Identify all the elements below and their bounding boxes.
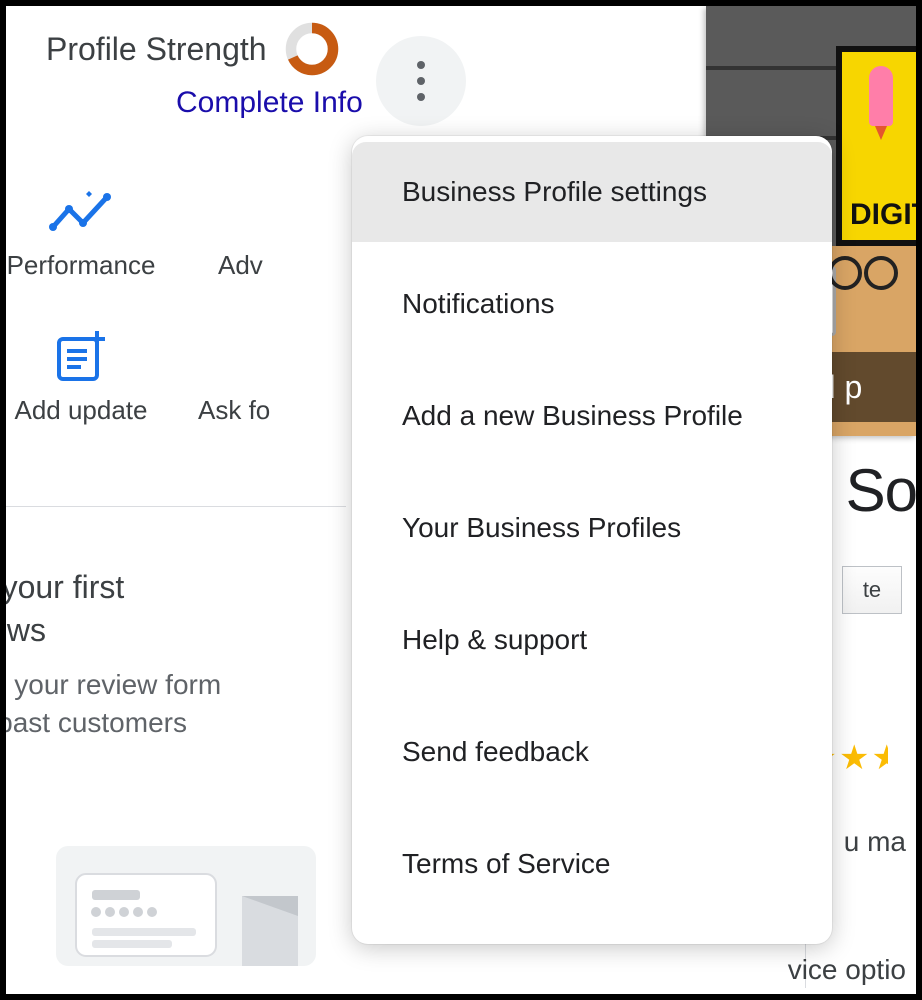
review-thumbnail	[56, 846, 316, 966]
profile-strength-ring-icon	[285, 22, 339, 76]
menu-add-new-profile[interactable]: Add a new Business Profile	[352, 366, 832, 466]
sign-text: DIGIT	[850, 198, 916, 232]
reviews-heading: et your first views	[0, 566, 326, 652]
kebab-icon	[417, 61, 425, 101]
glasses-icon	[828, 256, 898, 278]
partial-text-u-ma: u ma	[844, 826, 906, 858]
performance-label: Performance	[6, 242, 156, 281]
add-update-icon	[53, 329, 109, 385]
menu-terms-of-service[interactable]: Terms of Service	[352, 814, 832, 914]
ask-for-label: Ask fo	[198, 387, 306, 426]
action-ask-for-reviews[interactable]: Ask fo	[156, 301, 306, 446]
actions-grid: Performance Adv Add update Ask fo	[6, 156, 306, 446]
reviews-section: et your first views are your review form…	[0, 566, 326, 742]
menu-notifications[interactable]: Notifications	[352, 254, 832, 354]
menu-your-profiles[interactable]: Your Business Profiles	[352, 478, 832, 578]
profile-strength-label: Profile Strength	[46, 31, 267, 68]
section-divider	[6, 506, 346, 507]
more-options-button[interactable]	[376, 36, 466, 126]
performance-icon	[49, 189, 113, 235]
complete-info-link[interactable]: Complete Info	[176, 86, 363, 120]
action-performance[interactable]: Performance	[6, 156, 156, 301]
advertise-label: Adv	[218, 242, 306, 281]
service-option-text: vice optio	[788, 954, 906, 986]
menu-send-feedback[interactable]: Send feedback	[352, 702, 832, 802]
business-name: Soc	[846, 456, 922, 525]
more-options-menu: Business Profile settings Notifications …	[352, 136, 832, 944]
partial-button[interactable]: te	[842, 566, 902, 614]
add-update-label: Add update	[6, 387, 156, 426]
menu-business-profile-settings[interactable]: Business Profile settings	[352, 142, 832, 242]
action-advertise[interactable]: Adv	[156, 156, 306, 301]
menu-help-support[interactable]: Help & support	[352, 590, 832, 690]
rocket-icon	[869, 66, 893, 126]
reviews-subtext: are your review form th past customers	[0, 666, 326, 742]
photo-yellow-sign: DIGIT	[836, 46, 916, 246]
action-add-update[interactable]: Add update	[6, 301, 156, 446]
